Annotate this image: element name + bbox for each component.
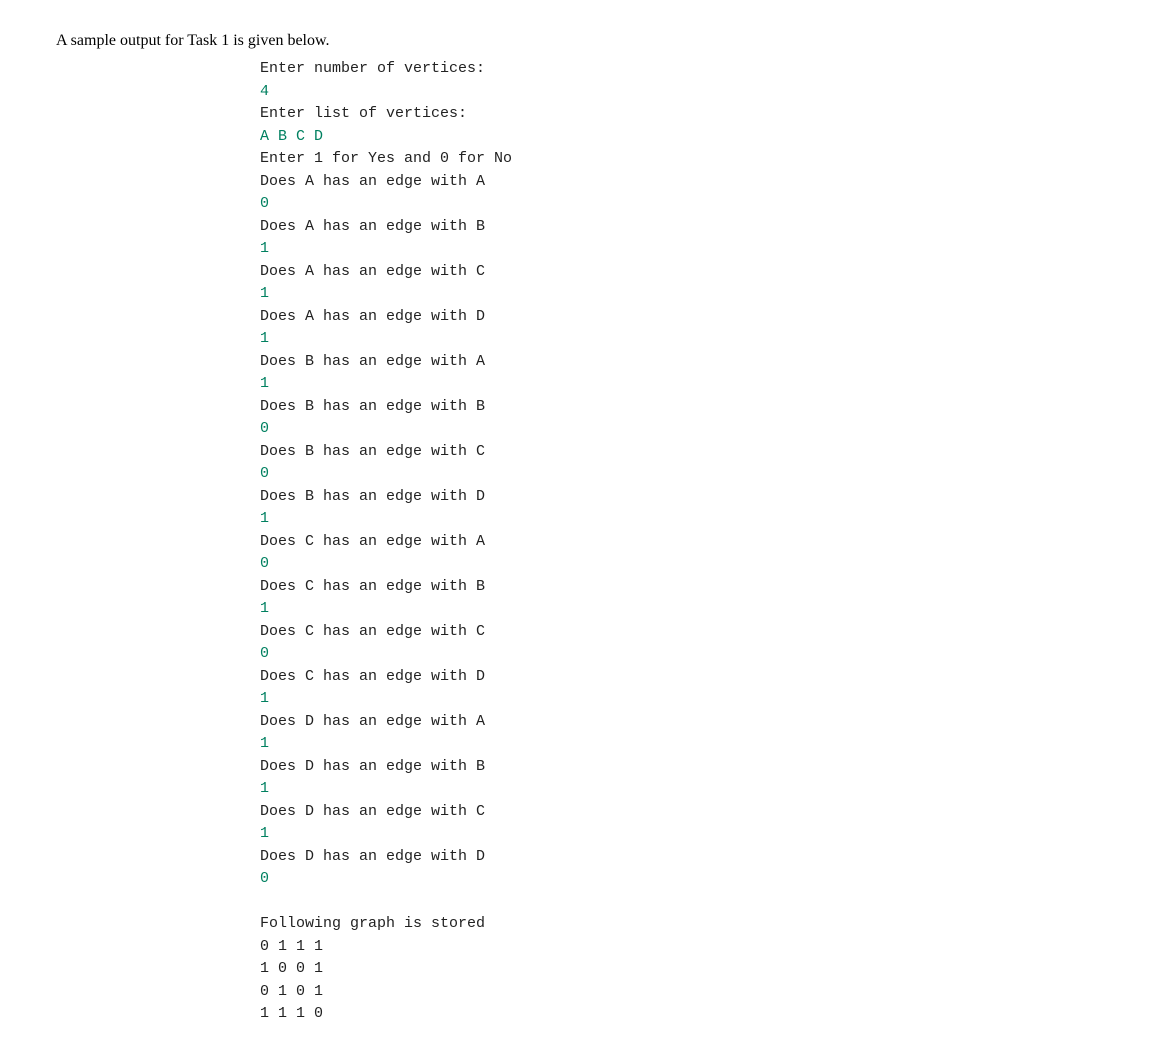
user-input-line: 1: [260, 598, 1096, 621]
program-output-line: 1 0 0 1: [260, 958, 1096, 981]
user-input-line: 1: [260, 328, 1096, 351]
program-output-line: Does A has an edge with B: [260, 216, 1096, 239]
program-output-line: Does C has an edge with B: [260, 576, 1096, 599]
user-input-line: 1: [260, 283, 1096, 306]
program-output-line: Does B has an edge with A: [260, 351, 1096, 374]
user-input-line: 0: [260, 418, 1096, 441]
sample-output-block: Enter number of vertices:4Enter list of …: [260, 58, 1096, 1026]
program-output-line: Does D has an edge with C: [260, 801, 1096, 824]
user-input-line: 1: [260, 688, 1096, 711]
program-output-line: Does C has an edge with C: [260, 621, 1096, 644]
program-output-line: 0 1 0 1: [260, 981, 1096, 1004]
program-output-line: Following graph is stored: [260, 913, 1096, 936]
program-output-line: Does C has an edge with A: [260, 531, 1096, 554]
program-output-line: 1 1 1 0: [260, 1003, 1096, 1026]
program-output-line: Does D has an edge with A: [260, 711, 1096, 734]
program-output-line: [260, 891, 1096, 914]
user-input-line: A B C D: [260, 126, 1096, 149]
user-input-line: 0: [260, 463, 1096, 486]
user-input-line: 1: [260, 823, 1096, 846]
program-output-line: Does B has an edge with C: [260, 441, 1096, 464]
program-output-line: Does D has an edge with D: [260, 846, 1096, 869]
intro-text: A sample output for Task 1 is given belo…: [56, 32, 1096, 50]
program-output-line: Enter 1 for Yes and 0 for No: [260, 148, 1096, 171]
user-input-line: 1: [260, 238, 1096, 261]
user-input-line: 0: [260, 193, 1096, 216]
user-input-line: 1: [260, 373, 1096, 396]
program-output-line: Enter list of vertices:: [260, 103, 1096, 126]
user-input-line: 0: [260, 868, 1096, 891]
program-output-line: Does D has an edge with B: [260, 756, 1096, 779]
program-output-line: Enter number of vertices:: [260, 58, 1096, 81]
user-input-line: 0: [260, 643, 1096, 666]
user-input-line: 0: [260, 553, 1096, 576]
program-output-line: Does C has an edge with D: [260, 666, 1096, 689]
user-input-line: 4: [260, 81, 1096, 104]
user-input-line: 1: [260, 778, 1096, 801]
program-output-line: Does A has an edge with A: [260, 171, 1096, 194]
user-input-line: 1: [260, 508, 1096, 531]
program-output-line: 0 1 1 1: [260, 936, 1096, 959]
program-output-line: Does A has an edge with C: [260, 261, 1096, 284]
program-output-line: Does B has an edge with D: [260, 486, 1096, 509]
program-output-line: Does A has an edge with D: [260, 306, 1096, 329]
program-output-line: Does B has an edge with B: [260, 396, 1096, 419]
user-input-line: 1: [260, 733, 1096, 756]
